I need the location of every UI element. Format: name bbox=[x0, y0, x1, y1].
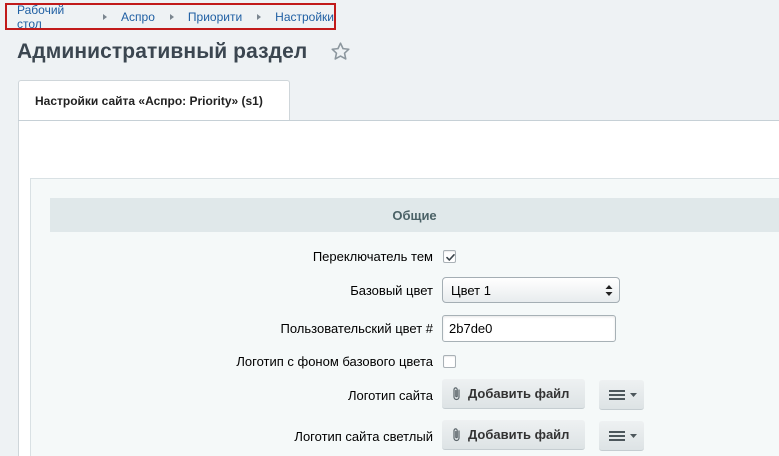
custom-color-input[interactable]: 2b7de0 bbox=[442, 315, 616, 342]
breadcrumb-item-settings[interactable]: Настройки bbox=[275, 10, 334, 24]
tab-site-settings[interactable]: Настройки сайта «Аспро: Priority» (s1) bbox=[18, 80, 290, 120]
logo-menu-button[interactable] bbox=[599, 380, 644, 410]
paperclip-icon bbox=[453, 387, 460, 401]
section-header-general: Общие bbox=[50, 198, 779, 232]
page-title: Административный раздел bbox=[17, 40, 308, 63]
logo-add-file-button[interactable]: Добавить файл bbox=[442, 379, 585, 409]
logo-light-add-file-label: Добавить файл bbox=[468, 427, 570, 442]
breadcrumb-item-aspro[interactable]: Аспро bbox=[121, 10, 155, 24]
paperclip-icon bbox=[453, 428, 460, 442]
chevron-down-icon bbox=[630, 393, 637, 397]
checkmark-icon bbox=[446, 254, 455, 261]
custom-color-label: Пользовательский цвет # bbox=[280, 321, 433, 336]
breadcrumb-item-priority[interactable]: Приорити bbox=[188, 10, 242, 24]
base-color-select[interactable]: Цвет 1 bbox=[442, 277, 620, 303]
star-icon[interactable] bbox=[330, 41, 351, 62]
logo-light-menu-button[interactable] bbox=[599, 421, 644, 451]
theme-switcher-checkbox[interactable] bbox=[443, 250, 456, 263]
theme-switcher-label: Переключатель тем bbox=[312, 249, 433, 264]
base-color-label: Базовый цвет bbox=[350, 283, 433, 298]
chevron-right-icon bbox=[169, 13, 174, 20]
chevron-down-icon bbox=[630, 434, 637, 438]
chevron-right-icon bbox=[103, 13, 108, 20]
base-color-value: Цвет 1 bbox=[451, 282, 491, 298]
logo-light-add-file-button[interactable]: Добавить файл bbox=[442, 420, 585, 450]
menu-icon bbox=[609, 431, 625, 441]
logo-add-file-label: Добавить файл bbox=[468, 386, 570, 401]
select-arrows-icon bbox=[605, 285, 613, 296]
logo-bg-label: Логотип с фоном базового цвета bbox=[236, 354, 433, 369]
breadcrumb-item-desktop[interactable]: Рабочий стол bbox=[17, 3, 88, 31]
chevron-right-icon bbox=[257, 13, 262, 20]
breadcrumb: Рабочий стол Аспро Приорити Настройки bbox=[5, 3, 336, 31]
menu-icon bbox=[609, 390, 625, 400]
logo-light-label: Логотип сайта светлый bbox=[294, 429, 433, 444]
logo-label: Логотип сайта bbox=[347, 388, 433, 403]
logo-bg-checkbox[interactable] bbox=[443, 355, 456, 368]
